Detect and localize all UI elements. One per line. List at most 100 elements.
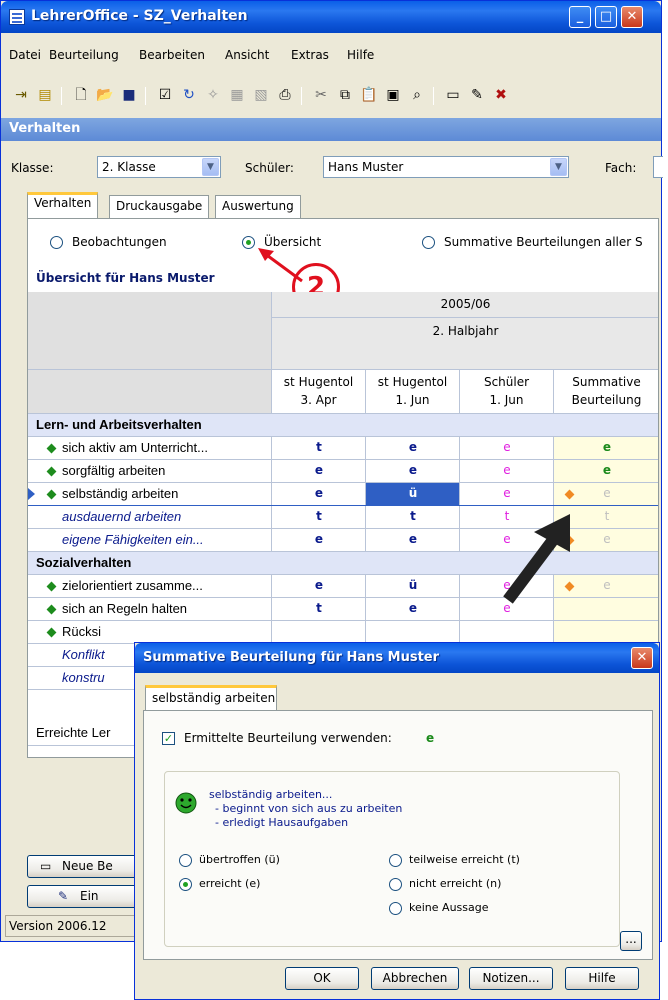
dialog-close-button[interactable]: ✕: [631, 647, 653, 669]
radio-nicht[interactable]: [389, 878, 402, 891]
print-icon[interactable]: ⎙: [275, 85, 295, 105]
new-item-icon[interactable]: ▭: [443, 85, 463, 105]
chevron-down-icon[interactable]: ▼: [202, 158, 219, 176]
save-icon[interactable]: ■: [119, 85, 139, 105]
rating-cell[interactable]: e: [272, 483, 366, 506]
rating-cell[interactable]: t: [272, 598, 366, 621]
cancel-button[interactable]: Abbrechen: [371, 967, 459, 990]
rating-cell[interactable]: e: [554, 460, 658, 483]
rating-cell[interactable]: e: [366, 529, 460, 552]
radio-erreicht[interactable]: [179, 878, 192, 891]
toolbar-separator: [433, 87, 434, 105]
menu-extras[interactable]: Extras: [291, 48, 329, 62]
rating-cell[interactable]: e: [272, 529, 366, 552]
criterion-row-label[interactable]: selbständig arbeiten: [28, 483, 272, 506]
close-button[interactable]: ✕: [621, 6, 643, 28]
criterion-row-label[interactable]: Rücksi: [28, 621, 272, 644]
menu-ansicht[interactable]: Ansicht: [225, 48, 269, 62]
delete-item-icon[interactable]: ✖: [491, 85, 511, 105]
rating-cell[interactable]: [554, 621, 658, 644]
menu-bearbeiten[interactable]: Bearbeiten: [139, 48, 205, 62]
rating-cell[interactable]: t: [272, 437, 366, 460]
grid-year-header: 2005/06: [272, 292, 658, 318]
open-folder-icon[interactable]: 📂: [95, 85, 115, 105]
menu-datei[interactable]: Datei: [9, 48, 41, 62]
title-bar[interactable]: LehrerOffice - SZ_Verhalten _ □ ✕: [1, 1, 661, 33]
new-doc-icon[interactable]: 🗋: [71, 85, 91, 105]
desc-line-1: - beginnt von sich aus zu arbeiten: [215, 802, 403, 815]
ein-button-label: Ein: [80, 889, 99, 903]
tab-auswertung[interactable]: Auswertung: [215, 195, 301, 218]
rating-cell[interactable]: e: [366, 460, 460, 483]
schueler-select[interactable]: Hans Muster ▼: [323, 156, 569, 178]
criterion-row-label[interactable]: sich an Regeln halten: [28, 598, 272, 621]
fach-select[interactable]: [653, 156, 663, 178]
find-icon[interactable]: ⌕: [407, 85, 427, 105]
exit-icon[interactable]: ⇥: [11, 85, 31, 105]
column-header-line1: st Hugentol: [377, 375, 448, 389]
use-rating-checkbox[interactable]: ✓: [162, 732, 175, 745]
help-button[interactable]: Hilfe: [565, 967, 639, 990]
edit-item-icon[interactable]: ✎: [467, 85, 487, 105]
rating-cell[interactable]: [272, 621, 366, 644]
sync-icon[interactable]: ↻: [179, 85, 199, 105]
rating-cell[interactable]: t: [272, 506, 366, 529]
rating-cell[interactable]: [460, 621, 554, 644]
column-header[interactable]: Schüler 1. Jun: [460, 370, 554, 414]
criterion-row-label[interactable]: ausdauernd arbeiten: [28, 506, 272, 529]
grid-half-header: 2. Halbjahr: [272, 318, 658, 370]
rating-cell[interactable]: e: [460, 460, 554, 483]
export-icon[interactable]: ▧: [251, 85, 271, 105]
klasse-select[interactable]: 2. Klasse ▼: [97, 156, 221, 178]
paste-icon[interactable]: 📋: [359, 85, 379, 105]
ok-button[interactable]: OK: [285, 967, 359, 990]
tab-druckausgabe[interactable]: Druckausgabe: [109, 195, 210, 218]
criterion-row-label[interactable]: sich aktiv am Unterricht...: [28, 437, 272, 460]
radio-keine[interactable]: [389, 902, 402, 915]
criterion-row-label[interactable]: zielorientiert zusamme...: [28, 575, 272, 598]
wand-icon[interactable]: ✧: [203, 85, 223, 105]
rating-cell[interactable]: e: [460, 437, 554, 460]
more-button[interactable]: ...: [620, 931, 642, 951]
copy-icon[interactable]: ⧉: [335, 85, 355, 105]
cut-icon[interactable]: ✂: [311, 85, 331, 105]
column-header[interactable]: Summative Beurteilung: [554, 370, 658, 414]
rating-cell[interactable]: t: [366, 506, 460, 529]
edit-icon: ✎: [58, 889, 69, 903]
book-icon[interactable]: ▤: [35, 85, 55, 105]
menu-hilfe[interactable]: Hilfe: [347, 48, 374, 62]
rating-cell[interactable]: e: [366, 437, 460, 460]
rating-cell[interactable]: [366, 621, 460, 644]
rating-cell[interactable]: e: [272, 575, 366, 598]
radio-beobachtungen[interactable]: [50, 236, 63, 249]
neue-button[interactable]: ▭ Neue Be: [27, 855, 137, 878]
rating-cell[interactable]: ü: [366, 575, 460, 598]
rating-cell[interactable]: e: [554, 437, 658, 460]
notes-button[interactable]: Notizen...: [469, 967, 553, 990]
properties-icon[interactable]: ☑: [155, 85, 175, 105]
column-header[interactable]: st Hugentol 1. Jun: [366, 370, 460, 414]
rating-mark: e: [603, 532, 611, 546]
dialog-tab[interactable]: selbständig arbeiten: [145, 685, 277, 711]
criterion-row-label[interactable]: sorgfältig arbeiten: [28, 460, 272, 483]
maximize-button[interactable]: □: [595, 6, 617, 28]
criterion-row-label[interactable]: eigene Fähigkeiten ein...: [28, 529, 272, 552]
ein-button[interactable]: ✎ Ein: [27, 885, 137, 908]
chevron-down-icon[interactable]: ▼: [550, 158, 567, 176]
dialog-title-bar[interactable]: Summative Beurteilung für Hans Muster ✕: [135, 643, 659, 673]
import-icon[interactable]: ▦: [227, 85, 247, 105]
column-header[interactable]: st Hugentol 3. Apr: [272, 370, 366, 414]
menu-beurteilung[interactable]: Beurteilung: [49, 48, 119, 62]
radio-summative[interactable]: [422, 236, 435, 249]
radio-uebertroffen[interactable]: [179, 854, 192, 867]
minimize-button[interactable]: _: [569, 6, 591, 28]
radio-teilweise[interactable]: [389, 854, 402, 867]
rating-mark: t: [316, 509, 322, 523]
rating-cell[interactable]: e: [366, 598, 460, 621]
clipboard-icon[interactable]: ▣: [383, 85, 403, 105]
rating-cell[interactable]: ü: [366, 483, 460, 506]
radio-uebertroffen-label: übertroffen (ü): [199, 853, 280, 866]
tab-verhalten[interactable]: Verhalten: [27, 192, 99, 219]
criterion-label: eigene Fähigkeiten ein...: [62, 532, 204, 547]
rating-cell[interactable]: e: [272, 460, 366, 483]
